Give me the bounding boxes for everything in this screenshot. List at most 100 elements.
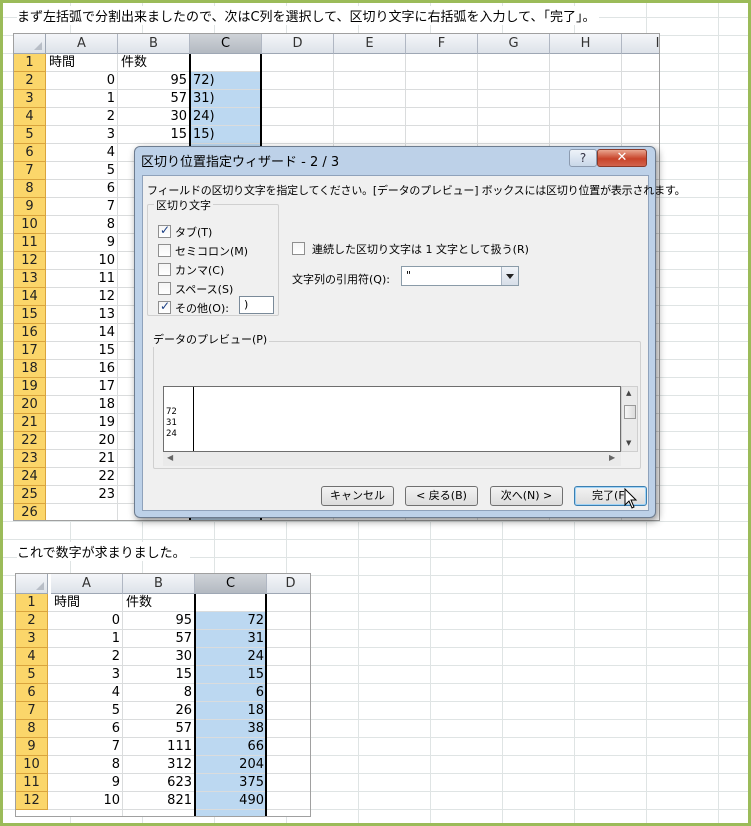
cell-a5[interactable]: 3 [46, 126, 118, 144]
cell-a19[interactable]: 17 [46, 378, 118, 396]
column-header-c[interactable]: C [190, 34, 262, 54]
row-header-11[interactable]: 11 [16, 774, 48, 792]
cell-c10[interactable]: 204 [195, 756, 267, 774]
row-header-19[interactable]: 19 [14, 378, 46, 396]
other-delimiter-input[interactable]: ) [239, 296, 274, 314]
cell-b6[interactable]: 8 [123, 684, 195, 702]
cell-a10[interactable]: 8 [51, 756, 123, 774]
cancel-button[interactable]: キャンセル [321, 486, 394, 506]
cell-a22[interactable]: 20 [46, 432, 118, 450]
cell-b10[interactable]: 312 [123, 756, 195, 774]
cell-a1[interactable]: 時間 [46, 54, 118, 72]
semicolon-checkbox-label[interactable]: セミコロン(M) [175, 243, 248, 259]
row-header-13[interactable]: 13 [14, 270, 46, 288]
cell-c2[interactable]: 72 [195, 612, 267, 630]
cell-b2[interactable]: 95 [118, 72, 190, 90]
cell-a9[interactable]: 7 [51, 738, 123, 756]
data-preview-box[interactable]: 72 31 24 [163, 386, 621, 452]
semicolon-checkbox[interactable] [158, 244, 171, 257]
cell-c4[interactable]: 24 [195, 648, 267, 666]
cell-a18[interactable]: 16 [46, 360, 118, 378]
chevron-down-icon[interactable] [501, 267, 518, 285]
row-header-26[interactable]: 26 [14, 504, 46, 520]
cell-a12[interactable]: 10 [51, 792, 123, 810]
cell-a3[interactable]: 1 [46, 90, 118, 108]
cell-c5[interactable]: 15) [190, 126, 262, 144]
cell-b1[interactable]: 件数 [123, 594, 195, 612]
cell-b5[interactable]: 15 [123, 666, 195, 684]
close-button[interactable]: ✕ [597, 149, 647, 167]
comma-checkbox[interactable] [158, 263, 171, 276]
cell-a9[interactable]: 7 [46, 198, 118, 216]
cell-a3[interactable]: 1 [51, 630, 123, 648]
cell-a6[interactable]: 4 [51, 684, 123, 702]
cell-b4[interactable]: 30 [118, 108, 190, 126]
text-qualifier-select[interactable]: " [401, 266, 519, 286]
row-header-12[interactable]: 12 [16, 792, 48, 810]
other-checkbox-label[interactable]: その他(O): [175, 300, 229, 316]
spreadsheet-result[interactable]: A B C D 1 2 3 4 5 6 7 8 9 10 11 12 時間 件数 0 1 2 3 4 5 6 7 8 9 10 95 57 3… [15, 573, 311, 817]
row-header-18[interactable]: 18 [14, 360, 46, 378]
row-header-4[interactable]: 4 [16, 648, 48, 666]
row-header-5[interactable]: 5 [16, 666, 48, 684]
cell-a13[interactable]: 11 [46, 270, 118, 288]
column-header-e[interactable]: E [334, 34, 406, 54]
row-header-17[interactable]: 17 [14, 342, 46, 360]
cell-b12[interactable]: 821 [123, 792, 195, 810]
select-all-corner[interactable] [16, 574, 48, 594]
column-header-b[interactable]: B [118, 34, 190, 54]
scrollbar-thumb[interactable] [624, 405, 636, 419]
row-header-9[interactable]: 9 [16, 738, 48, 756]
cell-a20[interactable]: 18 [46, 396, 118, 414]
cell-c3[interactable]: 31) [190, 90, 262, 108]
row-header-8[interactable]: 8 [14, 180, 46, 198]
tab-checkbox-label[interactable]: タブ(T) [175, 224, 212, 240]
scroll-down-icon[interactable]: ▼ [626, 439, 631, 447]
column-header-g[interactable]: G [478, 34, 550, 54]
cell-b1[interactable]: 件数 [118, 54, 190, 72]
scroll-left-icon[interactable]: ◀ [167, 453, 173, 462]
select-all-corner[interactable] [14, 34, 46, 54]
row-header-1[interactable]: 1 [16, 594, 48, 612]
column-header-i[interactable]: I [622, 34, 659, 54]
column-header-c[interactable]: C [195, 574, 267, 594]
other-checkbox[interactable] [158, 299, 171, 314]
row-header-2[interactable]: 2 [16, 612, 48, 630]
cell-c9[interactable]: 66 [195, 738, 267, 756]
cell-a12[interactable]: 10 [46, 252, 118, 270]
tab-checkbox[interactable] [158, 223, 171, 238]
column-header-b[interactable]: B [123, 574, 195, 594]
cell-b8[interactable]: 57 [123, 720, 195, 738]
cell-b3[interactable]: 57 [123, 630, 195, 648]
cell-b7[interactable]: 26 [123, 702, 195, 720]
column-header-d[interactable]: D [262, 34, 334, 54]
cell-a25[interactable]: 23 [46, 486, 118, 504]
cell-a23[interactable]: 21 [46, 450, 118, 468]
cell-c8[interactable]: 38 [195, 720, 267, 738]
cell-b3[interactable]: 57 [118, 90, 190, 108]
cell-a6[interactable]: 4 [46, 144, 118, 162]
cell-a10[interactable]: 8 [46, 216, 118, 234]
column-header-h[interactable]: H [550, 34, 622, 54]
cell-c6[interactable]: 6 [195, 684, 267, 702]
row-header-25[interactable]: 25 [14, 486, 46, 504]
cell-a17[interactable]: 15 [46, 342, 118, 360]
preview-horizontal-scrollbar[interactable]: ◀ ▶ [163, 452, 621, 466]
row-header-23[interactable]: 23 [14, 450, 46, 468]
cell-c5[interactable]: 15 [195, 666, 267, 684]
cell-a5[interactable]: 3 [51, 666, 123, 684]
cell-a4[interactable]: 2 [46, 108, 118, 126]
cell-a16[interactable]: 14 [46, 324, 118, 342]
row-header-7[interactable]: 7 [14, 162, 46, 180]
cell-a14[interactable]: 12 [46, 288, 118, 306]
column-header-a[interactable]: A [51, 574, 123, 594]
consecutive-delimiters-label[interactable]: 連続した区切り文字は 1 文字として扱う(R) [312, 241, 529, 257]
row-header-11[interactable]: 11 [14, 234, 46, 252]
cell-a8[interactable]: 6 [46, 180, 118, 198]
row-header-24[interactable]: 24 [14, 468, 46, 486]
row-header-21[interactable]: 21 [14, 414, 46, 432]
column-header-a[interactable]: A [46, 34, 118, 54]
scroll-right-icon[interactable]: ▶ [609, 453, 615, 462]
cell-c7[interactable]: 18 [195, 702, 267, 720]
cell-b5[interactable]: 15 [118, 126, 190, 144]
